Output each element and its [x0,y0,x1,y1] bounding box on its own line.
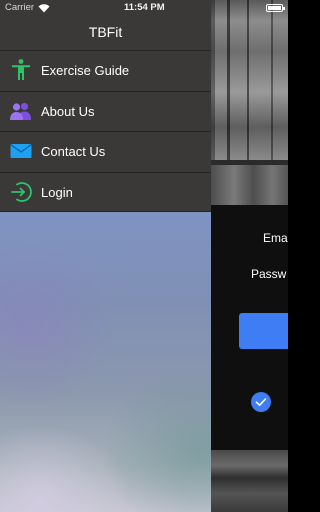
status-bar: Carrier 11:54 PM [0,0,288,16]
remember-me-checkbox[interactable] [251,392,271,412]
menu-item-label: Login [41,184,73,200]
wifi-icon [38,4,50,13]
login-screen: Ema Passw [211,0,288,512]
menu-item-contact-us[interactable]: Contact Us [0,131,211,172]
password-label: Passw [251,267,287,281]
background-image-bottom [211,450,288,512]
login-arrow-icon [11,181,32,202]
envelope-icon [10,144,32,158]
side-menu: TBFit Exercise Guide About Us Contact Us… [0,0,211,512]
person-icon [12,59,30,80]
menu-title: TBFit [88,24,123,40]
checkmark-icon [255,398,267,406]
menu-list: Exercise Guide About Us Contact Us Login [0,50,211,212]
email-label: Ema [263,231,288,245]
menu-item-about-us[interactable]: About Us [0,90,211,132]
menu-item-label: Exercise Guide [41,63,130,78]
background-image-lower [211,165,288,205]
menu-item-login[interactable]: Login [0,171,211,212]
menu-item-label: Contact Us [41,144,106,159]
menu-item-exercise-guide[interactable]: Exercise Guide [0,50,211,91]
users-icon [10,102,31,120]
menu-background-image [0,212,211,512]
login-button[interactable] [239,313,288,349]
menu-item-label: About Us [41,103,95,119]
battery-icon [266,4,285,12]
clock: 11:54 PM [124,2,165,13]
carrier-label: Carrier [5,2,35,13]
